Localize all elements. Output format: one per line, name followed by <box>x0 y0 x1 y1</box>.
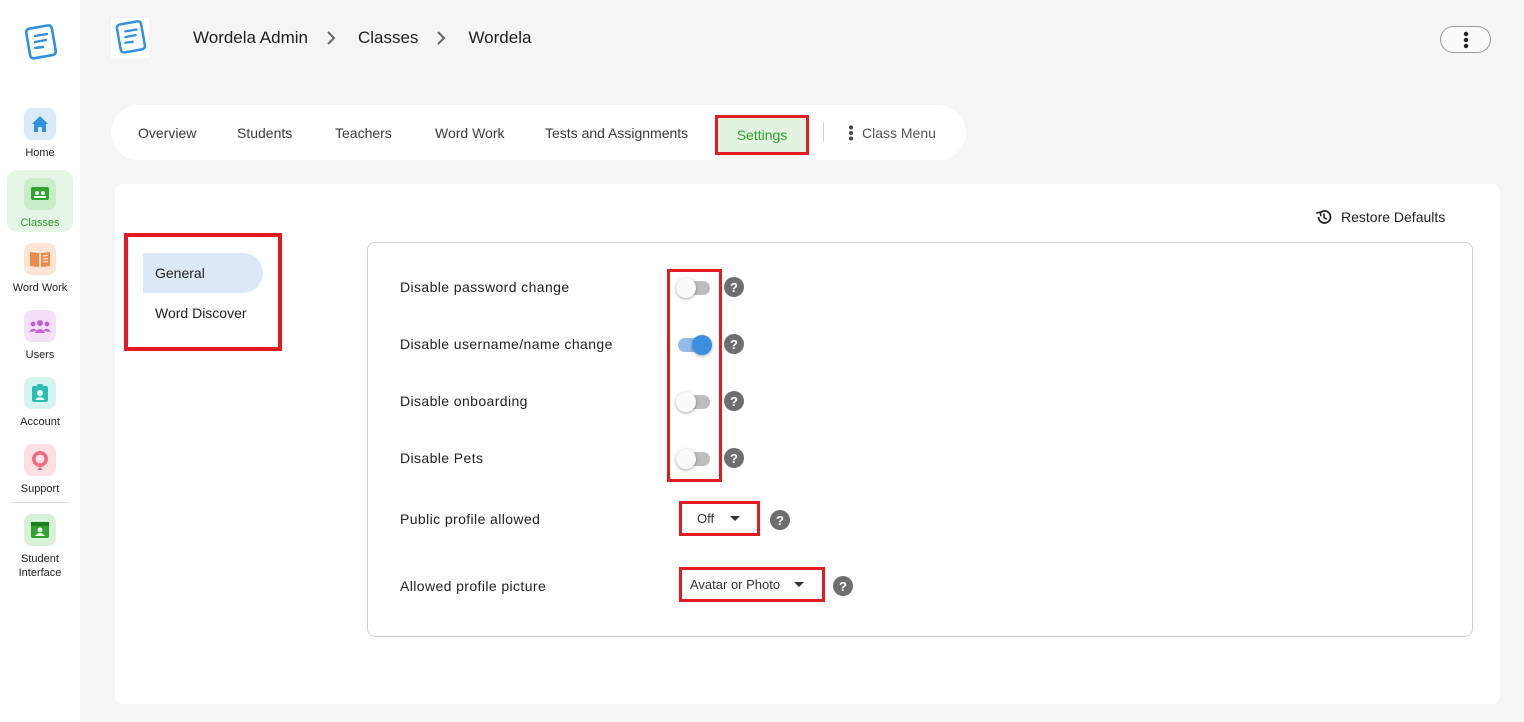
setting-label: Disable Pets <box>400 450 484 466</box>
support-icon <box>24 444 56 476</box>
toggle-disable-onboarding[interactable] <box>676 390 712 414</box>
setting-label: Disable username/name change <box>400 336 613 352</box>
sidebar-item-home[interactable]: Home <box>7 108 73 160</box>
tab-students[interactable]: Students <box>237 105 292 160</box>
sidebar-item-label: Student Interface <box>18 553 62 579</box>
profile-picture-value: Avatar or Photo <box>690 577 781 592</box>
sidebar: Home Classes Word Work Users Account Sup… <box>0 0 80 722</box>
sidebar-item-label: Home <box>25 147 55 159</box>
tab-divider <box>823 123 824 141</box>
users-icon <box>24 310 56 342</box>
restore-defaults-button[interactable]: Restore Defaults <box>1315 208 1445 226</box>
sidebar-item-label: Word Work <box>12 282 68 294</box>
breadcrumb-item[interactable]: Wordela Admin <box>193 28 308 48</box>
breadcrumb-item[interactable]: Classes <box>358 28 418 48</box>
sidebar-item-label: Account <box>20 416 60 428</box>
subnav-general[interactable]: General <box>143 253 263 293</box>
home-icon <box>24 108 56 140</box>
setting-label: Public profile allowed <box>400 511 541 527</box>
sidebar-divider <box>10 502 70 503</box>
restore-defaults-label: Restore Defaults <box>1341 209 1446 225</box>
toggle-disable-username-change[interactable] <box>676 333 712 357</box>
header-logo[interactable] <box>111 18 149 58</box>
help-icon[interactable]: ? <box>724 334 744 354</box>
tab-tests-and-assignments[interactable]: Tests and Assignments <box>545 105 688 160</box>
toggle-disable-password-change[interactable] <box>676 276 712 300</box>
help-icon[interactable]: ? <box>724 448 744 468</box>
chevron-right-icon <box>326 31 336 45</box>
help-icon[interactable]: ? <box>724 391 744 411</box>
sidebar-item-student-interface[interactable]: Student Interface <box>7 514 73 580</box>
setting-label: Allowed profile picture <box>400 578 547 594</box>
public-profile-select[interactable]: Off <box>679 501 760 536</box>
tab-teachers[interactable]: Teachers <box>335 105 392 160</box>
app-logo-icon <box>115 20 147 54</box>
sidebar-item-support[interactable]: Support <box>7 444 73 496</box>
breadcrumb-item[interactable]: Wordela <box>468 28 531 48</box>
account-icon <box>24 377 56 409</box>
tab-settings[interactable]: Settings <box>715 115 809 155</box>
classes-icon <box>24 178 56 210</box>
tab-word-work[interactable]: Word Work <box>435 105 505 160</box>
history-icon <box>1316 210 1332 224</box>
tab-overview[interactable]: Overview <box>138 105 196 160</box>
sidebar-item-label: Classes <box>20 217 60 229</box>
sidebar-item-account[interactable]: Account <box>7 377 73 429</box>
vertical-dots-icon <box>1463 31 1468 48</box>
toggle-disable-pets[interactable] <box>676 447 712 471</box>
sidebar-item-label: Users <box>25 349 55 361</box>
subnav-word-discover[interactable]: Word Discover <box>143 293 263 333</box>
help-icon[interactable]: ? <box>833 576 853 596</box>
caret-down-icon <box>794 582 805 587</box>
setting-label: Disable password change <box>400 279 570 295</box>
caret-down-icon <box>730 516 741 521</box>
sidebar-item-word-work[interactable]: Word Work <box>7 243 73 295</box>
book-icon <box>24 243 56 275</box>
vertical-dots-icon <box>849 125 853 140</box>
help-icon[interactable]: ? <box>770 510 790 530</box>
setting-label: Disable onboarding <box>400 393 528 409</box>
breadcrumb: Wordela Admin Classes Wordela <box>193 28 531 48</box>
sidebar-item-label: Support <box>20 483 60 495</box>
class-tabs: Overview Students Teachers Word Work Tes… <box>111 105 966 160</box>
sidebar-item-classes[interactable]: Classes <box>7 170 73 232</box>
class-menu-button[interactable]: Class Menu <box>848 105 936 160</box>
sidebar-item-users[interactable]: Users <box>7 310 73 362</box>
student-interface-icon <box>24 514 56 546</box>
profile-picture-select[interactable]: Avatar or Photo <box>679 567 825 602</box>
app-logo-icon[interactable] <box>22 24 58 62</box>
public-profile-value: Off <box>697 511 715 526</box>
chevron-right-icon <box>436 31 446 45</box>
help-icon[interactable]: ? <box>724 277 744 297</box>
class-menu-label: Class Menu <box>862 124 936 141</box>
more-options-button[interactable] <box>1440 26 1491 53</box>
